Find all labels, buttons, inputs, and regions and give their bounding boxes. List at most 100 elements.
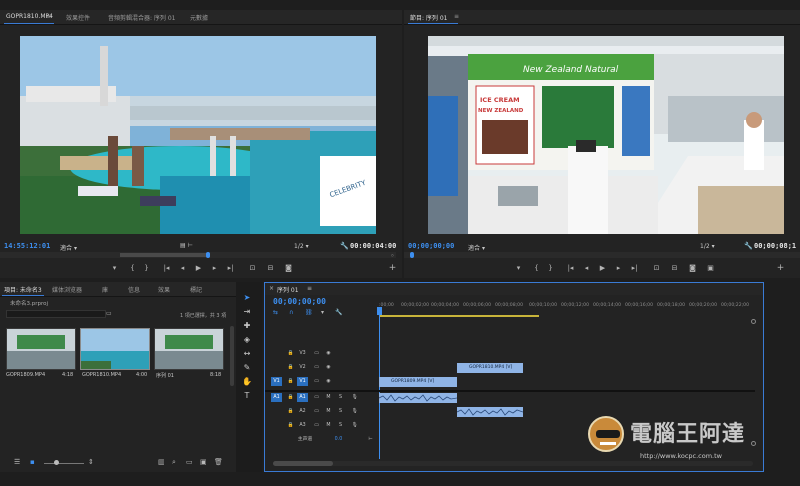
solo-button[interactable]: S xyxy=(335,407,346,416)
microphone-icon[interactable]: 🎙 xyxy=(349,421,360,430)
source-playhead-timecode[interactable]: 14:55:12:01 xyxy=(4,242,50,250)
clip-gopr1809-audio[interactable] xyxy=(379,393,457,403)
timeline-timecode[interactable]: 00;00;00;00 xyxy=(273,297,326,306)
source-patch-v1[interactable]: V1 xyxy=(271,377,282,386)
tab-project[interactable]: 項目: 未命名3 xyxy=(4,285,42,294)
sync-lock-icon[interactable]: ▭ xyxy=(311,393,322,402)
lock-icon[interactable]: 🔒 xyxy=(285,407,296,416)
pen-tool-icon[interactable]: ✎ xyxy=(240,362,254,374)
tab-markers[interactable]: 標記 xyxy=(190,285,202,294)
new-item-icon[interactable]: ▣ xyxy=(200,458,207,466)
track-select-tool-icon[interactable]: ⇥ xyxy=(240,306,254,318)
camera-icon[interactable]: ◙ xyxy=(688,264,697,273)
sync-lock-icon[interactable]: ▭ xyxy=(311,363,322,372)
close-icon[interactable]: × xyxy=(269,285,274,292)
source-scrub-bar[interactable] xyxy=(0,252,396,258)
marker-icon[interactable]: ▾ xyxy=(110,264,119,273)
wrench-icon[interactable]: 🔧 xyxy=(340,242,349,250)
go-to-out-icon[interactable]: ▸| xyxy=(630,264,639,273)
clip-gopr1810-video[interactable]: GOPR1810.MP4 [V] xyxy=(457,363,523,373)
master-volume-value[interactable]: 0.0 xyxy=(333,435,344,444)
program-playhead-timecode[interactable]: 00;00;00;00 xyxy=(408,242,454,250)
go-to-in-icon[interactable]: |◂ xyxy=(162,264,171,273)
timeline-ruler[interactable]: :00;00 00;00;02;00 00;00;04;00 00;00;06;… xyxy=(379,303,759,317)
program-scrub-bar[interactable] xyxy=(404,252,800,258)
lock-icon[interactable]: 🔒 xyxy=(285,377,296,386)
hand-tool-icon[interactable]: ✋ xyxy=(240,376,254,388)
step-back-icon[interactable]: ◂ xyxy=(582,264,591,273)
timeline-video-scroll-handle[interactable] xyxy=(751,319,756,324)
project-item-gopr1809[interactable] xyxy=(6,328,76,370)
lock-icon[interactable]: 🔒 xyxy=(285,363,296,372)
trash-icon[interactable]: 🗑 xyxy=(214,458,223,466)
solo-button[interactable]: S xyxy=(335,421,346,430)
find-icon[interactable]: ⌕ xyxy=(172,458,176,467)
go-to-end-icon[interactable]: ⊢ xyxy=(365,435,376,444)
insert-icon[interactable]: ⊡ xyxy=(248,264,257,273)
lock-icon[interactable]: 🔒 xyxy=(285,393,296,402)
lock-icon[interactable]: 🔒 xyxy=(285,421,296,430)
selection-tool-icon[interactable]: ➤ xyxy=(240,292,254,304)
tab-effects[interactable]: 效果 xyxy=(158,285,170,294)
eye-icon[interactable]: ◉ xyxy=(323,349,334,358)
linked-selection-icon[interactable]: ⛓ xyxy=(305,309,313,316)
tab-media-browser[interactable]: 媒体浏览器 xyxy=(52,285,82,294)
source-video-frame[interactable]: CELEBRITY xyxy=(20,36,376,234)
new-bin-icon[interactable]: ▭ xyxy=(186,458,193,466)
go-to-out-icon[interactable]: ▸| xyxy=(226,264,235,273)
source-settings-icon[interactable]: ◦ xyxy=(388,252,397,261)
compare-icon[interactable]: ▣ xyxy=(706,264,715,273)
timeline-playhead-head[interactable] xyxy=(377,307,382,315)
mute-button[interactable]: M xyxy=(323,407,334,416)
source-tools-icon[interactable]: ▤ ⊢ xyxy=(180,242,193,249)
add-button-icon[interactable]: + xyxy=(388,264,397,273)
lift-icon[interactable]: ⊡ xyxy=(652,264,661,273)
track-divider[interactable] xyxy=(265,390,755,392)
program-playhead[interactable] xyxy=(410,252,414,258)
icon-view-icon[interactable]: ▪ xyxy=(30,458,35,466)
source-resolution-dropdown[interactable]: 1/2 ▾ xyxy=(294,243,309,250)
program-resolution-dropdown[interactable]: 1/2 ▾ xyxy=(700,243,715,250)
go-to-in-icon[interactable]: |◂ xyxy=(566,264,575,273)
overwrite-icon[interactable]: ⊟ xyxy=(266,264,275,273)
step-forward-icon[interactable]: ▸ xyxy=(614,264,623,273)
tab-program[interactable]: 節目: 序列 01 xyxy=(410,13,447,22)
tab-effect-controls[interactable]: 效果控件 xyxy=(66,13,90,22)
tab-metadata[interactable]: 元數據 xyxy=(190,13,208,22)
play-icon[interactable]: ▶ xyxy=(598,264,607,273)
slip-tool-icon[interactable]: ↔ xyxy=(240,348,254,360)
tab-info[interactable]: 信息 xyxy=(128,285,140,294)
mute-button[interactable]: M xyxy=(323,393,334,402)
automate-icon[interactable]: ▥ xyxy=(158,458,165,466)
microphone-icon[interactable]: 🎙 xyxy=(349,393,360,402)
mark-in-icon[interactable]: { xyxy=(128,264,137,273)
sync-lock-icon[interactable]: ▭ xyxy=(311,407,322,416)
mark-out-icon[interactable]: } xyxy=(142,264,151,273)
tab-menu-icon[interactable]: ≡ xyxy=(46,13,51,20)
ripple-edit-tool-icon[interactable]: ✚ xyxy=(240,320,254,332)
eye-icon[interactable]: ◉ xyxy=(323,363,334,372)
eye-icon[interactable]: ◉ xyxy=(323,377,334,386)
program-fit-dropdown[interactable]: 適合 ▾ xyxy=(468,243,485,252)
nest-icon[interactable]: ⇆ xyxy=(273,309,278,316)
zoom-slider[interactable] xyxy=(44,463,84,464)
sync-lock-icon[interactable]: ▭ xyxy=(311,349,322,358)
tab-libraries[interactable]: 庫 xyxy=(102,285,108,294)
lock-icon[interactable]: 🔒 xyxy=(285,349,296,358)
tab-audio-clip-mixer[interactable]: 音頻剪輯混合器: 序列 01 xyxy=(108,13,175,22)
project-item-sequence[interactable] xyxy=(154,328,224,370)
wrench-icon[interactable]: 🔧 xyxy=(744,242,753,250)
add-button-icon[interactable]: + xyxy=(776,264,785,273)
camera-icon[interactable]: ◙ xyxy=(284,264,293,273)
clip-gopr1809-video[interactable]: GOPR1809.MP4 [V] xyxy=(379,377,457,387)
type-tool-icon[interactable]: T xyxy=(240,390,254,402)
work-area-bar[interactable] xyxy=(379,315,539,317)
project-search-input[interactable] xyxy=(6,310,106,318)
step-back-icon[interactable]: ◂ xyxy=(178,264,187,273)
mute-button[interactable]: M xyxy=(323,421,334,430)
sync-lock-icon[interactable]: ▭ xyxy=(311,377,322,386)
clip-gopr1810-audio[interactable] xyxy=(457,407,523,417)
source-fit-dropdown[interactable]: 適合 ▾ xyxy=(60,243,77,252)
mark-out-icon[interactable]: } xyxy=(546,264,555,273)
add-marker-icon[interactable]: ▾ xyxy=(321,309,324,316)
